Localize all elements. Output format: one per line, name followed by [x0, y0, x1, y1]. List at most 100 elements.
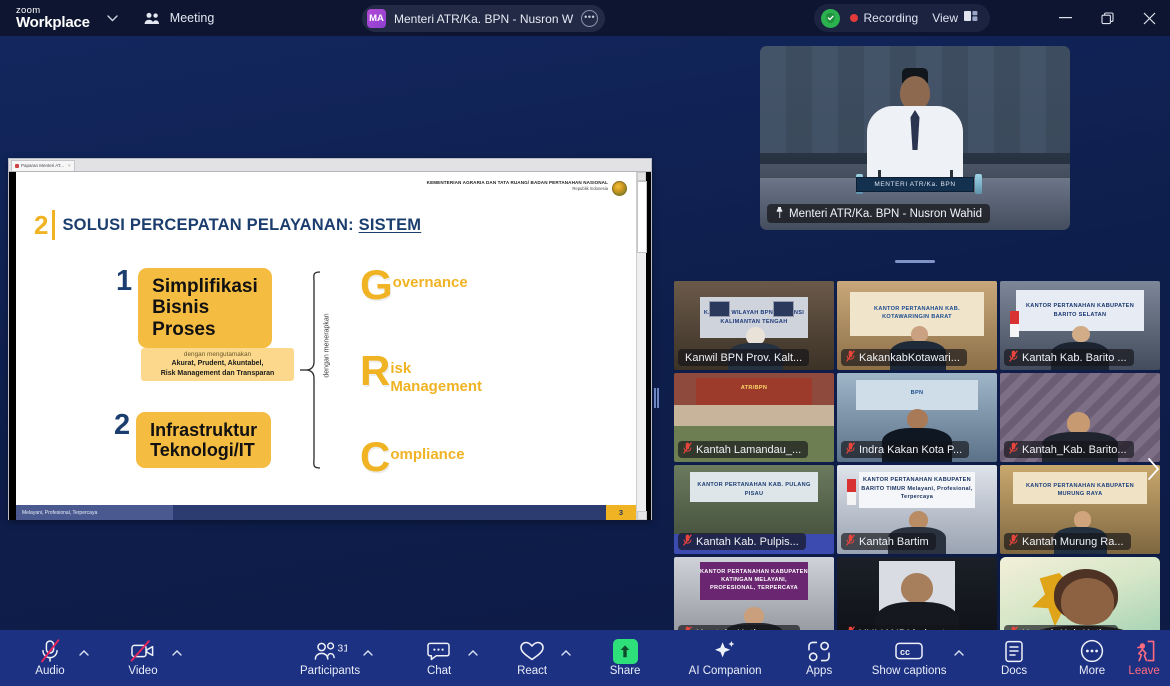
shield-check-icon[interactable]: [821, 9, 840, 28]
video-group: Video: [117, 634, 184, 682]
zoom-logo-line2: Workplace: [16, 15, 90, 30]
react-label: React: [517, 665, 547, 677]
chevron-right-icon: [1147, 458, 1160, 485]
ai-companion-button[interactable]: AI Companion: [679, 634, 771, 682]
audio-label: Audio: [35, 665, 64, 677]
audio-button[interactable]: Audio: [24, 634, 76, 682]
meeting-tab-label: Meeting: [170, 11, 214, 25]
participant-tile[interactable]: KANTOR PERTANAHAN KAB. KOTAWARINGIN BARA…: [837, 281, 997, 370]
restore-icon[interactable]: [1086, 0, 1128, 36]
chevron-down-icon[interactable]: [104, 9, 122, 27]
scroll-down-icon[interactable]: [637, 511, 647, 520]
tile-banner: KANTOR PERTANAHAN KAB. PULANG PISAU: [690, 472, 818, 502]
video-options-chevron-up-icon[interactable]: [169, 634, 184, 682]
active-meeting-chip[interactable]: MA Menteri ATR/Ka. BPN - Nusron W •••: [362, 5, 605, 32]
participant-tile[interactable]: KANTOR PERTANAHAN KAB. PULANG PISAU Kant…: [674, 465, 834, 554]
ai-companion-label: AI Companion: [689, 665, 762, 677]
participant-name: KakankabKotawari...: [859, 352, 960, 364]
slide-item-2-text: Infrastruktur Teknologi/IT: [136, 412, 271, 468]
chat-button[interactable]: Chat: [413, 634, 465, 682]
tile-banner: KANTOR PERTANAHAN KABUPATEN KATINGAN MEL…: [700, 562, 809, 599]
scroll-up-icon[interactable]: [637, 172, 646, 181]
docs-button[interactable]: Docs: [988, 634, 1040, 682]
share-resize-handle[interactable]: [654, 388, 660, 408]
participants-options-chevron-up-icon[interactable]: [360, 634, 375, 682]
scrollbar-thumb[interactable]: [637, 181, 647, 253]
more-button[interactable]: More: [1066, 634, 1118, 682]
gallery-next-page-button[interactable]: [1142, 454, 1164, 488]
participant-name: Kantah_Kab. Barito...: [1022, 444, 1127, 456]
slide-page-number: 3: [606, 505, 636, 520]
participant-name-label: Kantah Murung Ra...: [1004, 533, 1131, 550]
close-icon[interactable]: [1128, 0, 1170, 36]
more-ellipsis-icon: [1080, 639, 1104, 663]
slide-grc-1-initial: R: [360, 354, 390, 388]
participants-icon: 31: [313, 639, 347, 663]
participant-tile[interactable]: KANTOR WILAYAH BPN PROVINSI KALIMANTAN T…: [674, 281, 834, 370]
show-captions-button[interactable]: cc Show captions: [867, 634, 951, 682]
participant-name: Kantah Kab. Barito ...: [1022, 352, 1127, 364]
speaker-name: Menteri ATR/Ka. BPN - Nusron Wahid: [789, 208, 982, 220]
react-button[interactable]: React: [506, 634, 558, 682]
svg-text:cc: cc: [900, 647, 910, 657]
building-wall: [674, 405, 834, 426]
participant-name-label: Kanwil BPN Prov. Kalt...: [678, 349, 809, 366]
shared-screen[interactable]: Paparan Menteri AT... × KEMENTERIAN AGRA…: [8, 158, 652, 520]
microphone-muted-icon: [1009, 534, 1018, 549]
docs-icon: [1004, 639, 1024, 663]
close-icon: ×: [68, 163, 71, 168]
participants-button[interactable]: 31 Participants: [300, 634, 360, 682]
shared-screen-body: KEMENTERIAN AGRARIA DAN TATA RUANG/ BADA…: [9, 172, 651, 520]
participant-tile[interactable]: KANTOR PERTANAHAN KABUPATEN BARITO SELAT…: [1000, 281, 1160, 370]
slide-grc-2-line1: ompliance: [390, 446, 464, 464]
shared-browser-tab-title: Paparan Menteri AT...: [21, 163, 64, 168]
minimize-icon[interactable]: [1044, 0, 1086, 36]
audio-group: Audio: [24, 634, 91, 682]
recording-label: Recording: [864, 11, 919, 25]
participant-name-label: Kantah Kab. Pulpis...: [678, 533, 806, 550]
ellipsis-icon[interactable]: •••: [581, 10, 598, 27]
participant-tile[interactable]: KANTOR PERTANAHAN KABUPATEN MURUNG RAYA …: [1000, 465, 1160, 554]
water-bottle: [975, 174, 982, 194]
captions-options-chevron-up-icon[interactable]: [951, 634, 966, 682]
active-speaker-tile[interactable]: MENTERI ATR/Ka. BPN Menteri ATR/Ka. BPN …: [760, 46, 1070, 230]
participant-tile[interactable]: ATR/BPN Kantah Lamandau_...: [674, 373, 834, 462]
meeting-stage: Paparan Menteri AT... × KEMENTERIAN AGRA…: [0, 36, 1170, 630]
flag: [1010, 311, 1019, 337]
chat-options-chevron-up-icon[interactable]: [465, 634, 480, 682]
desk-nameplate: MENTERI ATR/Ka. BPN: [856, 177, 974, 192]
slide-brace-label: dengan menerapkan: [324, 313, 331, 377]
audio-options-chevron-up-icon[interactable]: [76, 634, 91, 682]
participant-name: Kantah Bartim: [859, 536, 929, 548]
participant-tile[interactable]: BPN Indra Kakan Kota P...: [837, 373, 997, 462]
apps-button[interactable]: Apps: [793, 634, 845, 682]
person-head: [1074, 511, 1092, 528]
heart-icon: [519, 639, 545, 663]
slide-item-2: 2 Infrastruktur Teknologi/IT: [114, 412, 271, 468]
share-screen-icon: [613, 639, 638, 663]
tile-banner-text: KANTOR PERTANAHAN KABUPATEN BARITO SELAT…: [1016, 302, 1144, 319]
participant-tile[interactable]: KANTOR PERTANAHAN KABUPATEN BARITO TIMUR…: [837, 465, 997, 554]
slide-section-number: 2: [34, 212, 48, 238]
speaker-resize-handle[interactable]: [895, 260, 935, 263]
react-options-chevron-up-icon[interactable]: [558, 634, 573, 682]
share-label: Share: [610, 665, 641, 677]
recording-indicator[interactable]: Recording: [850, 11, 919, 25]
leave-button[interactable]: Leave: [1118, 634, 1170, 682]
slide-item-2-number: 2: [114, 412, 130, 440]
shared-browser-tab: Paparan Menteri AT... ×: [11, 160, 75, 171]
slide-subbox-line3: Risk Management dan Transparan: [146, 369, 289, 378]
video-button[interactable]: Video: [117, 634, 169, 682]
video-label: Video: [128, 665, 157, 677]
shared-scrollbar[interactable]: [636, 172, 646, 520]
meeting-tab[interactable]: Meeting: [144, 11, 214, 25]
participants-group: 31 Participants: [300, 634, 375, 682]
participant-name-label: Kantah Bartim: [841, 533, 936, 550]
view-label: View: [932, 11, 958, 25]
participant-tile[interactable]: Kantah_Kab. Barito...: [1000, 373, 1160, 462]
window-controls: [1044, 0, 1170, 36]
letterbox-left: [9, 172, 16, 520]
share-screen-button[interactable]: Share: [599, 634, 651, 682]
favicon-icon: [15, 164, 19, 168]
view-button[interactable]: View: [932, 9, 978, 27]
